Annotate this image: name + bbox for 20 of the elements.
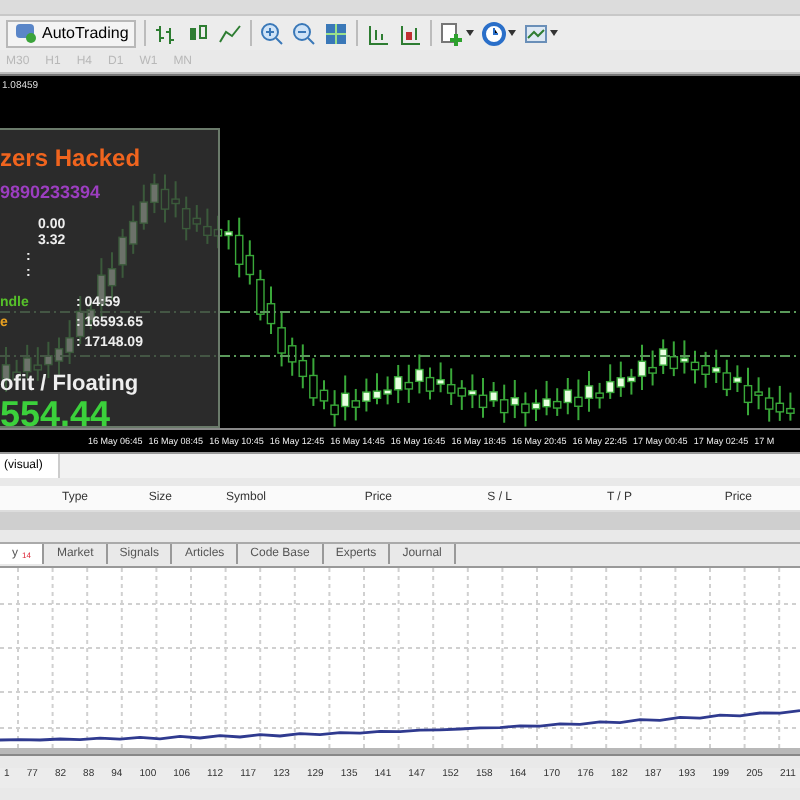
robot-icon <box>14 22 38 44</box>
profit-value: 554.44 <box>0 396 111 432</box>
zoom-in-icon[interactable] <box>260 21 285 45</box>
candlestick-icon[interactable] <box>186 21 211 45</box>
autoscroll-icon[interactable] <box>398 21 423 45</box>
account-number: 9890233394 <box>0 182 103 202</box>
zoom-out-icon[interactable] <box>292 21 317 45</box>
panel-heading: ofit / Floating <box>0 372 141 396</box>
caret-icon[interactable] <box>550 30 559 36</box>
chart-shift-icon[interactable] <box>366 21 391 45</box>
panel-title: zers Hacked <box>0 144 143 172</box>
line-chart-icon[interactable] <box>218 21 243 45</box>
clock-icon[interactable] <box>482 21 507 45</box>
tile-windows-icon[interactable] <box>324 21 349 45</box>
template-icon[interactable] <box>524 21 549 45</box>
autotrading-button[interactable]: AutoTrading <box>6 19 137 47</box>
caret-icon[interactable] <box>508 30 517 36</box>
new-document-icon[interactable] <box>440 21 465 45</box>
bar-chart-icon[interactable] <box>154 21 179 45</box>
caret-icon[interactable] <box>466 30 475 36</box>
